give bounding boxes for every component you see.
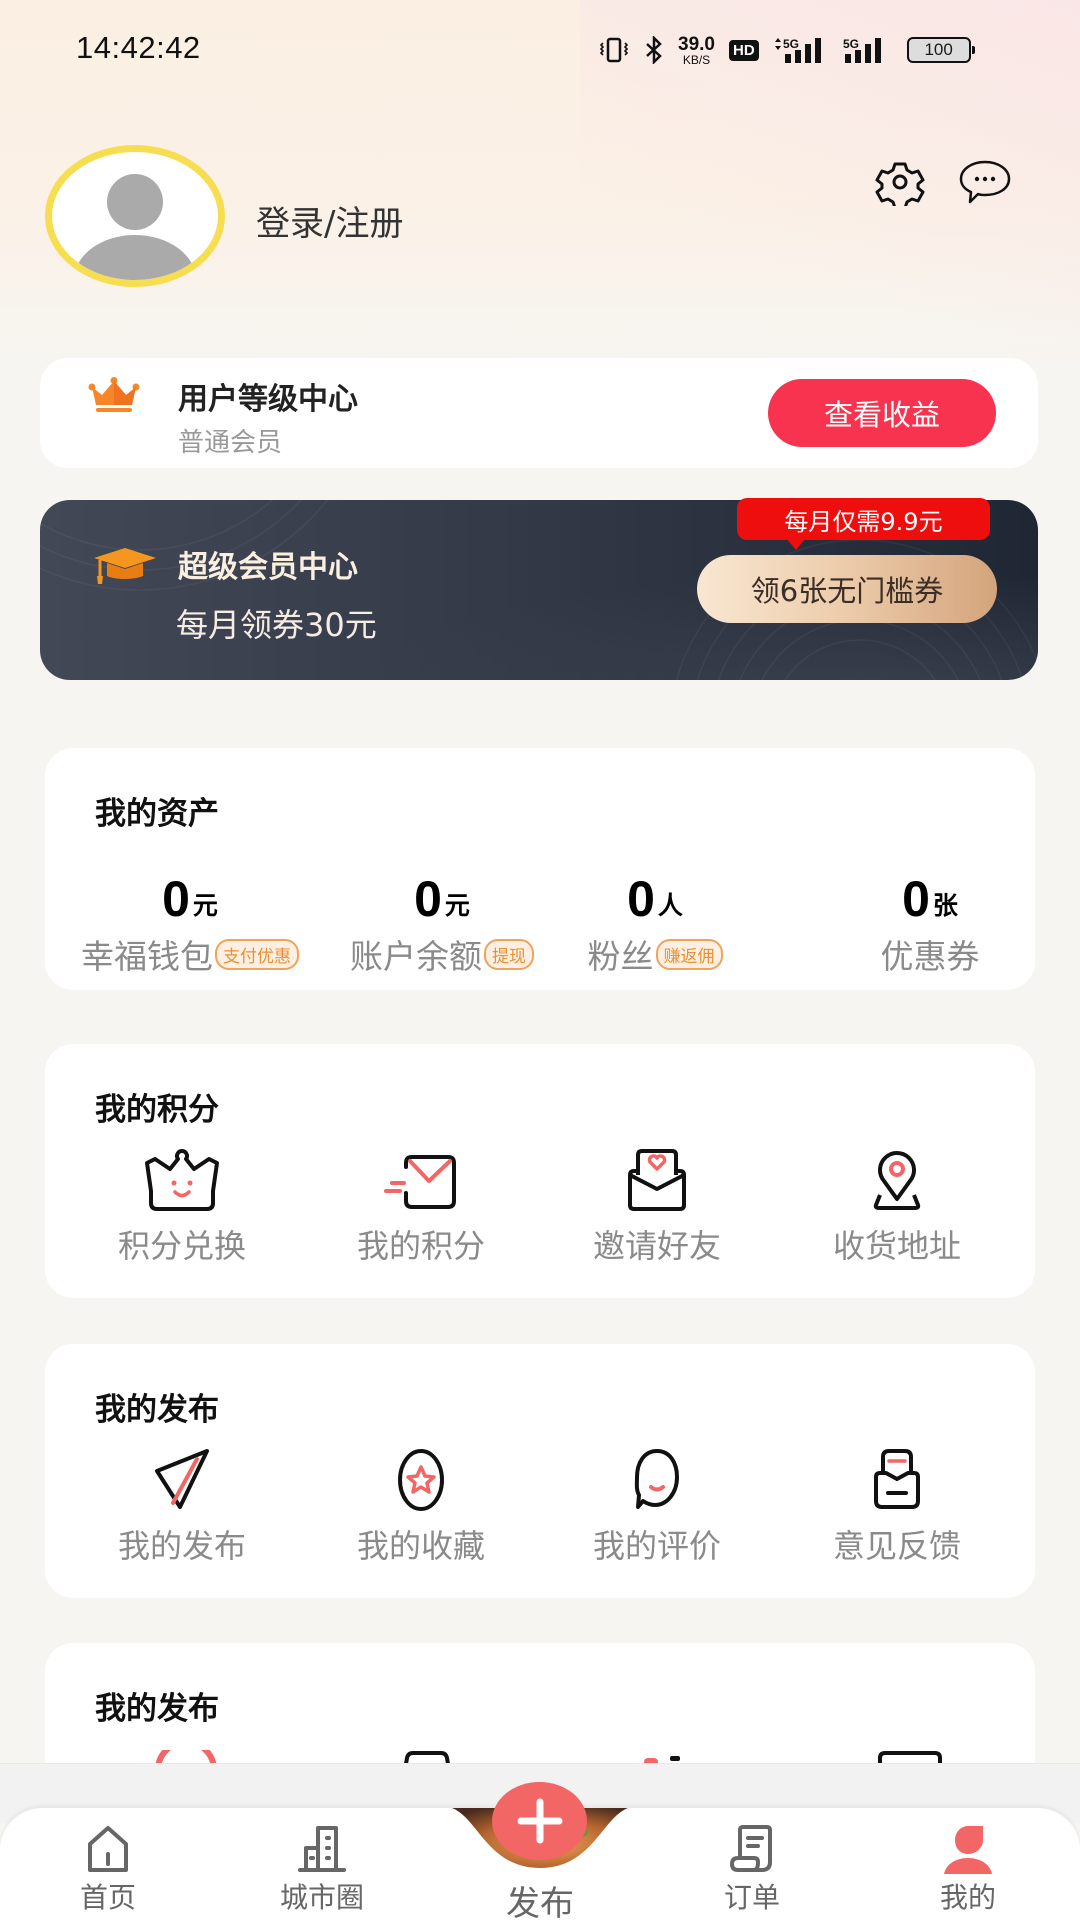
vibrate-icon [599, 37, 629, 63]
super-vip-card[interactable]: 超级会员中心 每月领券30元 每月仅需9.9元 领6张无门槛券 [40, 498, 1038, 680]
view-earnings-button[interactable]: 查看收益 [768, 379, 996, 447]
asset-coupons[interactable]: 0张 优惠券 [855, 866, 1005, 978]
battery-icon: 100 [906, 37, 975, 63]
order-scroll-icon [730, 1825, 772, 1872]
nav-publish-button[interactable] [492, 1782, 587, 1860]
crown-smile-icon [145, 1149, 219, 1211]
grid-item-label: 我的收藏 [356, 1527, 485, 1565]
city-building-icon [298, 1826, 346, 1872]
hd-voice-icon: HD [728, 39, 759, 61]
asset-unit: 元 [444, 891, 470, 920]
crown-icon [88, 377, 140, 412]
net-speed-value: 39.0 [678, 33, 715, 55]
asset-fans[interactable]: 0人 粉丝 赚返佣 [560, 866, 750, 978]
plus-icon [517, 1798, 562, 1844]
signal-5g-icon: 5G [774, 37, 821, 63]
vip-price-badge: 每月仅需9.9元 [737, 498, 990, 550]
points-exchange-item[interactable]: 积分兑换 [97, 1147, 267, 1267]
avatar-body [74, 235, 196, 280]
asset-value: 0 [902, 871, 930, 927]
grid-item-label: 邀请好友 [592, 1227, 721, 1265]
grid-item-label: 我的评价 [592, 1527, 721, 1565]
home-icon [88, 1826, 128, 1872]
publish2-title: 我的发布 [95, 1691, 219, 1727]
paper-plane-icon [155, 1449, 209, 1509]
asset-tag: 赚返佣 [655, 938, 723, 970]
avatar[interactable] [45, 145, 225, 287]
my-posts-item[interactable]: 我的发布 [97, 1447, 267, 1567]
asset-label: 粉丝 [587, 937, 654, 976]
grid-item-label: 收货地址 [832, 1227, 961, 1265]
vip-subtitle: 每月领券30元 [176, 606, 377, 644]
claim-coupons-button[interactable]: 领6张无门槛券 [697, 555, 997, 623]
publish-title: 我的发布 [95, 1392, 219, 1428]
shipping-address-item[interactable]: 收货地址 [812, 1147, 982, 1267]
mail-icon [384, 1155, 456, 1209]
user-level-card[interactable]: 用户等级中心 普通会员 查看收益 [40, 358, 1038, 468]
user-icon [944, 1826, 992, 1874]
status-time: 14:42:42 [76, 30, 201, 65]
asset-unit: 张 [932, 891, 958, 920]
net-speed-unit: KB/S [682, 52, 711, 67]
status-icons: 39.0 KB/S HD 5G 5G 100 [598, 30, 975, 70]
asset-label: 优惠券 [880, 937, 980, 976]
asset-value: 0 [414, 871, 442, 927]
points-title: 我的积分 [95, 1092, 219, 1128]
nav-publish-label[interactable]: 发布 [490, 1876, 590, 1920]
asset-balance[interactable]: 0元 账户余额 提现 [327, 866, 557, 978]
comment-smile-icon [634, 1449, 679, 1509]
network-speed: 39.0 KB/S [678, 35, 715, 66]
grid-item-label: 我的发布 [117, 1527, 246, 1565]
my-points-card: 我的积分 积分兑换 我的积分 邀请好友 收货地址 [45, 1044, 1035, 1298]
nav-label: 城市圈 [279, 1881, 364, 1914]
signal-5g-icon: 5G [843, 37, 881, 63]
my-publish-card: 我的发布 我的发布 我的收藏 我的评价 意见反馈 [45, 1344, 1035, 1598]
grid-item-label: 意见反馈 [832, 1527, 961, 1565]
message-bubble-icon[interactable] [958, 158, 1012, 206]
login-register-link[interactable]: 登录/注册 [256, 196, 403, 245]
asset-label: 账户余额 [350, 937, 482, 976]
my-reviews-item[interactable]: 我的评价 [572, 1447, 742, 1567]
asset-wallet[interactable]: 0元 幸福钱包 支付优惠 [70, 866, 310, 978]
feedback-item[interactable]: 意见反馈 [812, 1447, 982, 1567]
asset-tag: 提现 [484, 938, 534, 970]
level-subtitle: 普通会员 [178, 428, 283, 458]
nav-city-circle[interactable]: 城市圈 [262, 1824, 382, 1916]
bluetooth-icon [646, 36, 662, 64]
asset-label: 幸福钱包 [81, 937, 213, 976]
graduation-cap-icon [94, 548, 156, 584]
my-assets-card: 我的资产 0元 幸福钱包 支付优惠 0元 账户余额 提现 0人 粉丝 赚返佣 0张 优… [45, 748, 1035, 990]
asset-value: 0 [627, 871, 655, 927]
asset-tag: 支付优惠 [215, 938, 299, 970]
avatar-head [107, 174, 163, 230]
vip-title: 超级会员中心 [178, 550, 358, 585]
settings-gear-icon[interactable] [873, 158, 927, 206]
nav-label: 订单 [723, 1881, 780, 1914]
nav-label: 我的 [939, 1881, 996, 1914]
svg-text:5G: 5G [783, 37, 799, 51]
location-pin-icon [873, 1151, 921, 1210]
asset-value: 0 [162, 871, 190, 927]
invite-friends-item[interactable]: 邀请好友 [572, 1147, 742, 1267]
feedback-box-icon [874, 1449, 920, 1509]
svg-text:5G: 5G [843, 37, 859, 51]
nav-orders[interactable]: 订单 [692, 1824, 812, 1916]
grid-item-label: 我的积分 [356, 1227, 485, 1265]
asset-unit: 元 [192, 891, 218, 920]
my-favorites-item[interactable]: 我的收藏 [336, 1447, 506, 1567]
nav-home[interactable]: 首页 [48, 1824, 168, 1916]
invite-letter-icon [628, 1149, 686, 1211]
star-circle-icon [398, 1449, 444, 1511]
nav-mine[interactable]: 我的 [908, 1824, 1028, 1916]
asset-unit: 人 [657, 891, 683, 920]
level-title: 用户等级中心 [178, 382, 358, 417]
my-points-item[interactable]: 我的积分 [336, 1147, 506, 1267]
grid-item-label: 积分兑换 [117, 1227, 246, 1265]
assets-title: 我的资产 [95, 796, 219, 832]
nav-label: 首页 [79, 1881, 136, 1914]
